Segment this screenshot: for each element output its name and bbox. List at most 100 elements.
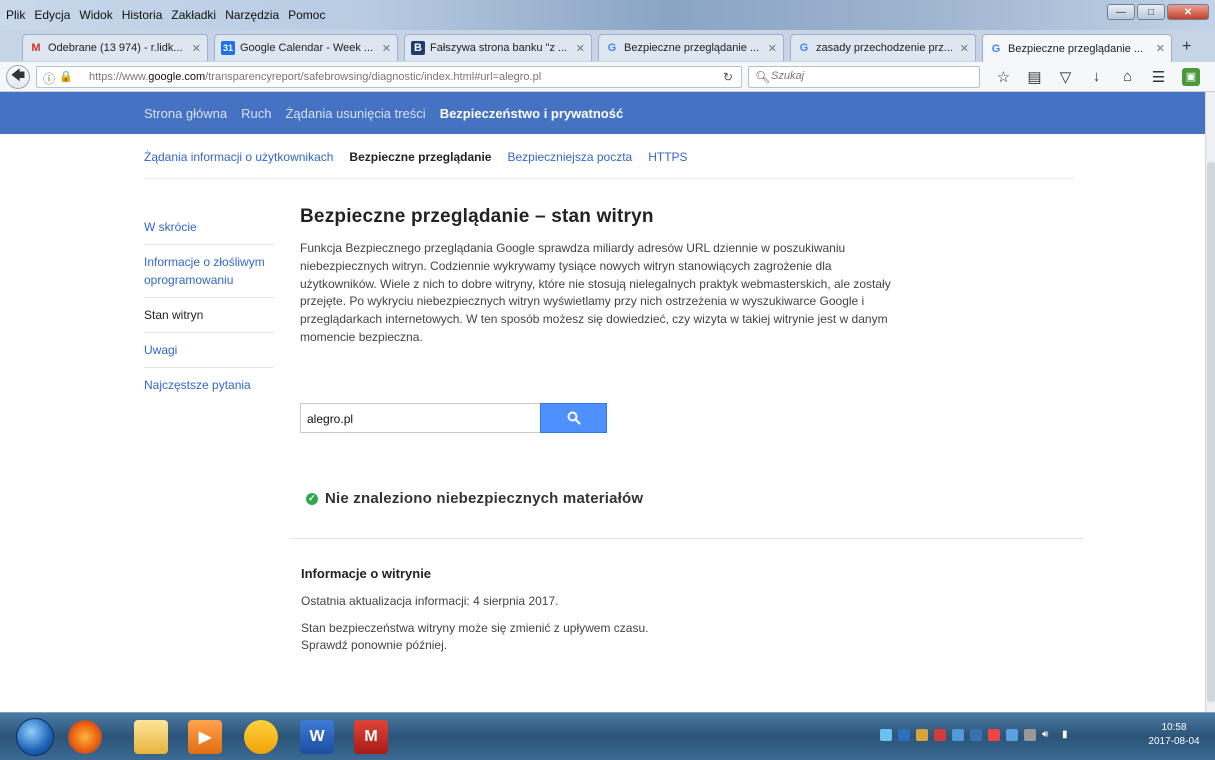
menu-historia[interactable]: Historia [122,8,163,22]
security-app-icon[interactable] [244,720,278,754]
window-controls: — □ ✕ [1107,4,1209,20]
page-scrollbar[interactable] [1205,92,1215,712]
close-tab-icon[interactable]: ✕ [960,42,969,55]
clock-time: 10:58 [1161,722,1187,733]
tray-app-icon[interactable] [1006,729,1018,741]
windows-taskbar: ▶ W M 🔊︎ ▮ 10:58 2017-08-04 [0,712,1215,760]
signal-icon[interactable]: ▮ [1062,729,1076,741]
tray-app-icon[interactable] [898,729,910,741]
tab-safebrowsing-1[interactable]: G Bezpieczne przeglądanie ... ✕ [598,34,784,61]
pocket-icon[interactable]: ▽ [1050,68,1081,86]
top-nav-bar: Strona główna Ruch Żądania usunięcia tre… [0,92,1205,134]
nav-ruch[interactable]: Ruch [241,106,271,121]
close-tab-icon[interactable]: ✕ [768,42,777,55]
check-circle-icon: ✓ [306,492,318,505]
close-tab-icon[interactable]: ✕ [576,42,585,55]
extension-icon[interactable]: ▣ [1182,68,1200,86]
bookmark-star-icon[interactable]: ☆ [988,68,1019,86]
file-explorer-icon[interactable] [134,720,168,754]
taskbar-clock[interactable]: 10:58 2017-08-04 [1136,721,1212,749]
tab-safebrowsing-active[interactable]: G Bezpieczne przeglądanie ... ✕ [982,34,1172,62]
sidebar-item-w-skrocie[interactable]: W skrócie [144,210,274,245]
page-title: Bezpieczne przeglądanie – stan witryn [300,206,654,227]
tray-mcafee-icon[interactable] [934,729,946,741]
sub-nav: Żądania informacji o użytkownikach Bezpi… [144,150,688,164]
scrollbar-thumb[interactable] [1207,162,1215,702]
media-player-icon[interactable]: ▶ [188,720,222,754]
menu-pomoc[interactable]: Pomoc [288,8,325,22]
close-window-button[interactable]: ✕ [1167,4,1209,20]
browser-search-input[interactable] [771,70,971,82]
clock-date: 2017-08-04 [1148,736,1200,747]
browser-search-box[interactable]: 🔍︎ [748,66,980,88]
menu-plik[interactable]: Plik [6,8,25,22]
subnav-bezpieczniejsza-poczta[interactable]: Bezpieczniejsza poczta [507,150,632,164]
start-button[interactable] [16,718,54,756]
system-tray: 🔊︎ ▮ [880,729,1076,741]
minimize-button[interactable]: — [1107,4,1135,20]
tray-app-icon[interactable] [916,729,928,741]
reload-icon[interactable]: ↻ [723,70,733,84]
close-tab-icon[interactable]: ✕ [382,42,391,55]
firefox-icon[interactable] [68,720,102,754]
back-arrow-icon[interactable]: 🡄 [6,65,30,89]
menu-edycja[interactable]: Edycja [34,8,70,22]
news-icon: B [411,41,425,55]
sidebar-item-stan-witryn[interactable]: Stan witryn [144,298,274,333]
google-icon: G [799,42,809,54]
volume-icon[interactable]: 🔊︎ [1042,729,1056,741]
subnav-divider [144,178,1074,179]
navigation-bar: 🡄 ⓘ 🔒 https://www.google.com/transparenc… [0,62,1215,92]
site-info-section: Informacje o witrynie Ostatnia aktualiza… [301,566,901,654]
tray-app-icon[interactable] [988,729,1000,741]
toolbar-icons: ☆ ▤ ▽ ↓ ⌂ ☰ ▣ [988,68,1200,86]
address-bar[interactable]: ⓘ 🔒 https://www.google.com/transparencyr… [36,66,742,88]
subnav-zadania-informacji[interactable]: Żądania informacji o użytkownikach [144,150,333,164]
result-text: Nie znaleziono niebezpiecznych materiałó… [325,490,644,507]
scan-result: ✓ Nie znaleziono niebezpiecznych materia… [306,490,643,507]
nav-strona-glowna[interactable]: Strona główna [144,106,227,121]
tray-app-icon[interactable] [952,729,964,741]
tray-app-icon[interactable] [970,729,982,741]
site-url-input[interactable]: alegro.pl [300,403,540,433]
close-tab-icon[interactable]: ✕ [192,42,201,55]
google-icon: G [991,42,1001,55]
menu-zakladki[interactable]: Zakładki [171,8,216,22]
page-description: Funkcja Bezpiecznego przeglądania Google… [300,241,891,344]
main-content: Bezpieczne przeglądanie – stan witryn Fu… [300,206,1090,347]
tray-network-icon[interactable] [880,729,892,741]
sidebar-item-zlosliwe-oprogramowanie[interactable]: Informacje o złośliwym oprogramowaniu [144,245,274,298]
search-icon [567,411,581,425]
close-tab-icon[interactable]: ✕ [1156,42,1165,55]
tab-news[interactable]: B Fałszywa strona banku "z ... ✕ [404,34,592,61]
menu-narzedzia[interactable]: Narzędzia [225,8,279,22]
reading-list-icon[interactable]: ▤ [1019,68,1050,86]
site-status-search: alegro.pl [300,403,607,433]
tab-bar: M Odebrane (13 974) - r.lidk... ✕ 31 Goo… [0,30,1215,62]
menu-widok[interactable]: Widok [79,8,112,22]
page-viewport: Strona główna Ruch Żądania usunięcia tre… [0,92,1205,712]
calendar-icon: 31 [221,41,235,55]
sidebar-item-najczestsze-pytania[interactable]: Najczęstsze pytania [144,368,274,402]
subnav-https[interactable]: HTTPS [648,150,687,164]
tray-app-icon[interactable] [1024,729,1036,741]
nav-zadania-usuniecia[interactable]: Żądania usunięcia treści [285,106,425,121]
download-icon[interactable]: ↓ [1081,68,1112,86]
search-button[interactable] [540,403,607,433]
mcafee-icon[interactable]: M [354,720,388,754]
word-icon[interactable]: W [300,720,334,754]
window-title-bar: Plik Edycja Widok Historia Zakładki Narz… [0,0,1215,30]
tab-zasady[interactable]: G zasady przechodzenie prz... ✕ [790,34,976,61]
last-update-text: Ostatnia aktualizacja informacji: 4 sier… [301,594,559,608]
sidebar-item-uwagi[interactable]: Uwagi [144,333,274,368]
new-tab-icon[interactable]: + [1182,38,1191,56]
subnav-bezpieczne-przegladanie[interactable]: Bezpieczne przeglądanie [349,150,491,164]
lock-icon: 🔒 [59,71,73,83]
tab-gmail[interactable]: M Odebrane (13 974) - r.lidk... ✕ [22,34,208,61]
menu-hamburger-icon[interactable]: ☰ [1143,68,1174,86]
google-icon: G [607,42,617,54]
tab-calendar[interactable]: 31 Google Calendar - Week ... ✕ [214,34,398,61]
nav-bezpieczenstwo[interactable]: Bezpieczeństwo i prywatność [440,106,624,121]
home-icon[interactable]: ⌂ [1112,68,1143,86]
maximize-button[interactable]: □ [1137,4,1165,20]
